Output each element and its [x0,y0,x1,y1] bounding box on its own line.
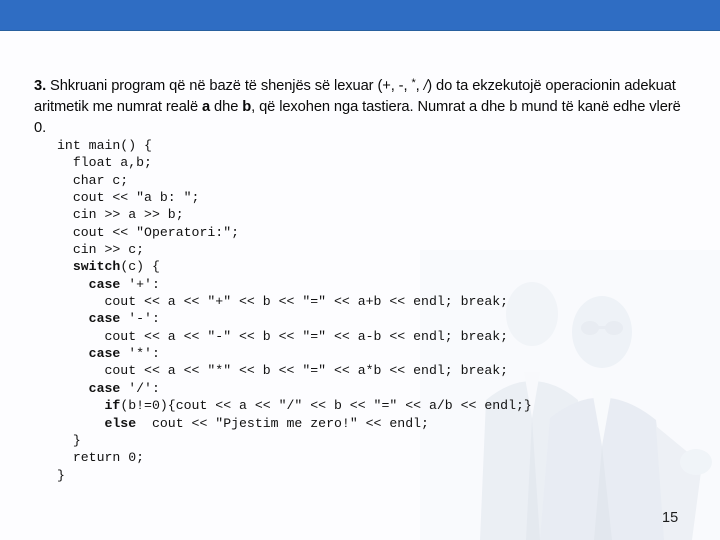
code-text: return 0; [57,450,145,466]
code-line: } [57,467,532,484]
code-keyword: else [104,415,137,431]
code-line: cout << "a b: "; [57,189,532,206]
code-line: return 0; [57,449,532,466]
code-text: } [57,467,65,483]
code-text: cin >> c; [57,242,145,258]
cpp-code-listing: int main() { float a,b; char c; cout << … [57,137,532,484]
code-line: cout << a << "-" << b << "=" << a-b << e… [57,328,532,345]
code-keyword: case [88,346,121,362]
code-line: cout << "Operatori:"; [57,224,532,241]
code-line: switch(c) { [57,258,532,275]
code-keyword: if [104,398,121,414]
code-text: float a,b; [57,155,152,171]
code-line: cout << a << "+" << b << "=" << a+b << e… [57,293,532,310]
slide-content-area: 3. Shkruani program që në bazë të shenjë… [0,31,720,540]
code-text: cout << a << "-" << b << "=" << a-b << e… [57,328,509,344]
slide-top-banner [0,0,720,31]
code-line: case '/': [57,380,532,397]
code-text: int main() { [57,138,152,153]
code-text: cout << "Operatori:"; [57,224,240,240]
task-text-part-1: Shkruani program që në bazë të shenjës s… [46,77,412,94]
code-text: cout << "Pjestim me zero!" << endl; [136,415,429,431]
code-text: } [57,432,81,448]
code-line: case '-': [57,310,532,327]
code-line: int main() { [57,137,532,154]
code-text: (b!=0){cout << a << "/" << b << "=" << a… [120,398,532,414]
task-text-part-4: dhe [210,98,243,115]
code-line: char c; [57,172,532,189]
code-line: } [57,432,532,449]
code-line: else cout << "Pjestim me zero!" << endl; [57,415,532,432]
variable-a-emphasis: a [202,98,211,115]
code-text: cout << a << "*" << b << "=" << a*b << e… [57,363,509,379]
code-line: case '+': [57,276,532,293]
task-text-part-2: , [415,77,424,94]
variable-b-emphasis: b [242,98,252,115]
slide-page-number: 15 [662,510,679,526]
code-line: if(b!=0){cout << a << "/" << b << "=" <<… [57,397,532,414]
code-text: '-': [120,311,160,327]
code-text: (c) { [120,259,160,275]
task-number: 3. [34,77,47,94]
code-line: cin >> a >> b; [57,206,532,223]
code-line: float a,b; [57,154,532,171]
code-keyword: case [88,311,121,327]
code-keyword: switch [72,259,121,275]
code-keyword: case [88,380,121,396]
code-text: '/': [120,380,160,396]
code-text: '*': [120,346,160,362]
task-statement-text: 3. Shkruani program që në bazë të shenjë… [34,73,690,140]
code-line: cout << a << "*" << b << "=" << a*b << e… [57,362,532,379]
code-text: cin >> a >> b; [57,207,184,223]
code-text: '+': [120,276,160,292]
code-line: case '*': [57,345,532,362]
code-keyword: case [88,276,121,292]
code-text: cout << "a b: "; [57,190,200,206]
code-line: cin >> c; [57,241,532,258]
code-text: char c; [57,172,129,188]
code-text: cout << a << "+" << b << "=" << a+b << e… [57,294,509,310]
